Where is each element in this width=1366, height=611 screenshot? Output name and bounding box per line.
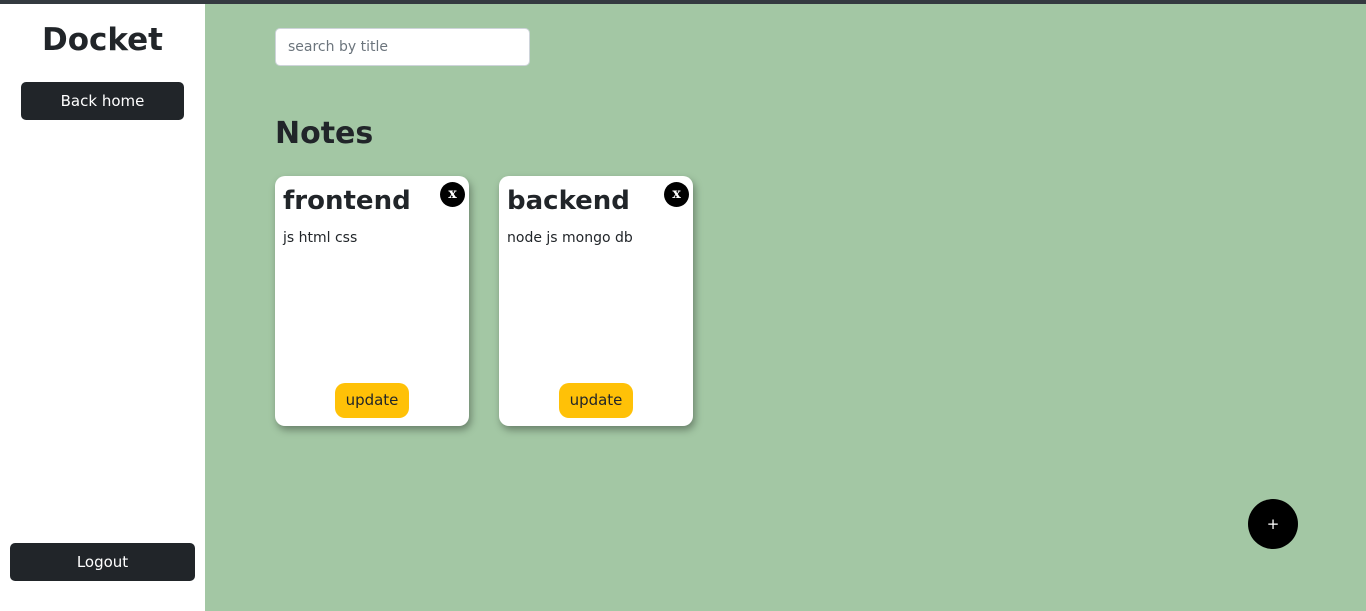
brand-title: Docket <box>41 22 164 58</box>
note-card: frontend x js html css update <box>275 176 469 426</box>
delete-note-button[interactable]: x <box>440 182 465 207</box>
note-body: js html css <box>283 230 358 246</box>
update-note-button[interactable]: update <box>335 383 409 418</box>
note-card: backend x node js mongo db update <box>499 176 693 426</box>
note-body: node js mongo db <box>507 230 633 246</box>
section-title: Notes <box>275 116 374 151</box>
main-content: Notes frontend x js html css update back… <box>205 4 1366 611</box>
sidebar: Docket Back home Logout <box>0 4 205 611</box>
update-note-button[interactable]: update <box>559 383 633 418</box>
delete-note-button[interactable]: x <box>664 182 689 207</box>
back-home-button[interactable]: Back home <box>21 82 184 120</box>
note-title: backend <box>507 186 630 216</box>
note-title: frontend <box>283 186 411 216</box>
search-input[interactable] <box>275 28 530 66</box>
logout-button[interactable]: Logout <box>10 543 195 581</box>
add-note-button[interactable]: + <box>1248 499 1298 549</box>
